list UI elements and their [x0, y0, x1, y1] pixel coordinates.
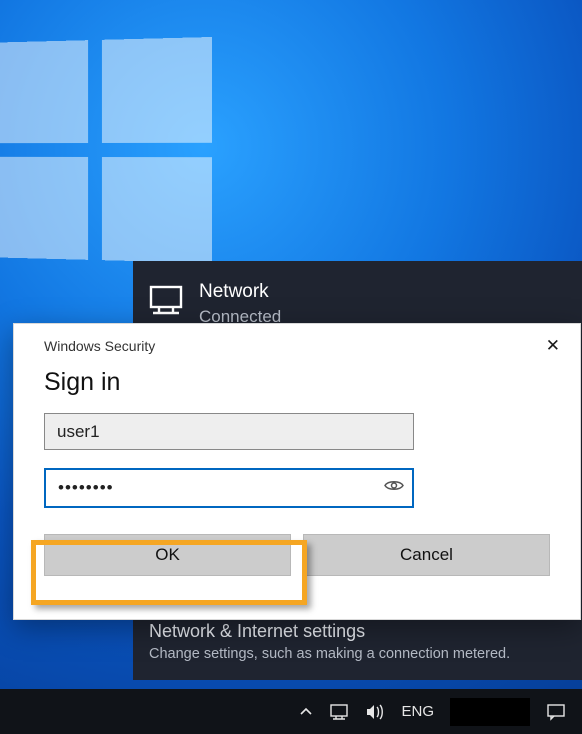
- network-settings-description: Change settings, such as making a connec…: [149, 646, 566, 662]
- network-settings-link[interactable]: Network & Internet settings: [149, 621, 566, 642]
- volume-tray-icon[interactable]: [361, 689, 389, 734]
- language-indicator[interactable]: ENG: [397, 689, 438, 734]
- dialog-title: Windows Security: [44, 338, 155, 354]
- close-icon[interactable]: ✕: [540, 334, 566, 358]
- reveal-password-icon[interactable]: [384, 479, 404, 498]
- clock-area[interactable]: [446, 689, 534, 734]
- action-center-icon[interactable]: [542, 689, 570, 734]
- clock-placeholder: [450, 698, 530, 726]
- username-field[interactable]: [44, 413, 414, 450]
- ethernet-icon: [149, 285, 183, 315]
- taskbar: ENG: [0, 689, 582, 734]
- ok-button[interactable]: OK: [44, 534, 291, 576]
- tray-overflow-icon[interactable]: [295, 689, 317, 734]
- password-field[interactable]: [44, 468, 414, 508]
- windows-security-dialog: Windows Security ✕ Sign in OK Cancel: [13, 323, 581, 620]
- cancel-button[interactable]: Cancel: [303, 534, 550, 576]
- network-tray-icon[interactable]: [325, 689, 353, 734]
- windows-logo-background: [0, 37, 212, 263]
- network-name: Network: [199, 281, 281, 303]
- dialog-heading: Sign in: [44, 368, 550, 397]
